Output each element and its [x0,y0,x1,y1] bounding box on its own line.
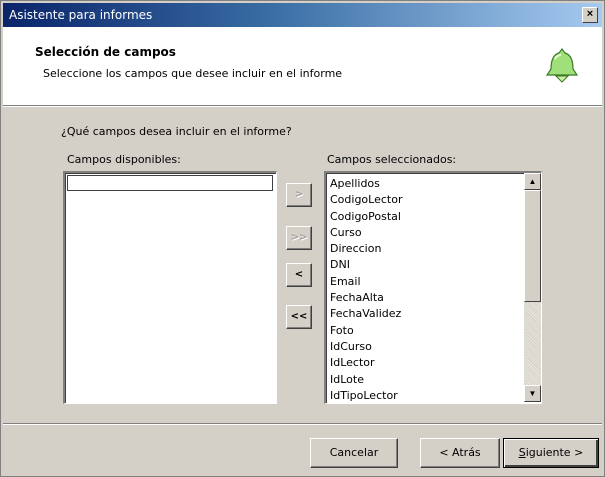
selected-field-item[interactable]: IdLote [330,372,402,388]
available-fields-list[interactable] [63,171,277,404]
step-subtitle: Seleccione los campos que desee incluir … [43,67,343,80]
scroll-thumb[interactable] [524,190,541,302]
selected-fields-scrollbar[interactable]: ▲ ▼ [524,173,541,402]
selected-fields-items: Apellidos CodigoLector CodigoPostal Curso Di… [330,176,402,404]
remove-all-fields-button[interactable]: << [286,305,312,329]
selected-field-item[interactable]: IdCurso [330,339,402,355]
add-all-fields-button[interactable]: >> [286,226,312,250]
selected-field-item[interactable]: DNI [330,257,402,273]
scroll-down-arrow-icon[interactable]: ▼ [524,385,541,402]
next-label: iguiente > [525,446,584,459]
footer-separator [3,423,602,425]
wizard-window: Asistente para informes × Selección de c… [0,0,605,477]
next-mnemonic: S [518,446,526,459]
selected-field-item[interactable]: FechaValidez [330,306,402,322]
selected-fields-list[interactable]: Apellidos CodigoLector CodigoPostal Curso Di… [324,171,542,404]
available-fields-label: Campos disponibles: [67,153,181,166]
selected-field-item[interactable]: CodigoPostal [330,209,402,225]
header-separator [3,106,602,107]
selected-field-item[interactable]: Apellidos [330,176,402,192]
title-bar[interactable]: Asistente para informes × [3,3,602,27]
selected-field-item[interactable]: IdLector [330,355,402,371]
selected-field-item[interactable]: IdTipoLector [330,388,402,404]
close-button[interactable]: × [582,7,598,23]
selected-field-item[interactable]: CodigoLector [330,192,402,208]
add-field-button[interactable]: > [286,183,312,207]
selected-field-item[interactable]: Email [330,274,402,290]
selected-field-item[interactable]: FechaAlta [330,290,402,306]
cancel-button[interactable]: Cancelar [310,438,398,468]
wizard-header: Selección de campos Seleccione los campo… [3,27,602,106]
available-fields-focus-row[interactable] [67,175,273,191]
question-label: ¿Qué campos desea incluir en el informe? [61,125,292,138]
selected-fields-label: Campos seleccionados: [327,153,457,166]
remove-field-button[interactable]: < [286,263,312,287]
next-button[interactable]: Siguiente > [503,438,599,468]
back-button[interactable]: < Atrás [420,438,500,468]
window-title: Asistente para informes [9,8,153,22]
step-title: Selección de campos [35,45,176,59]
selected-field-item[interactable]: Curso [330,225,402,241]
selected-field-item[interactable]: Direccion [330,241,402,257]
wizard-bell-icon [545,48,579,83]
scroll-up-arrow-icon[interactable]: ▲ [524,173,541,190]
selected-field-item[interactable]: Foto [330,323,402,339]
close-icon: × [586,8,594,20]
